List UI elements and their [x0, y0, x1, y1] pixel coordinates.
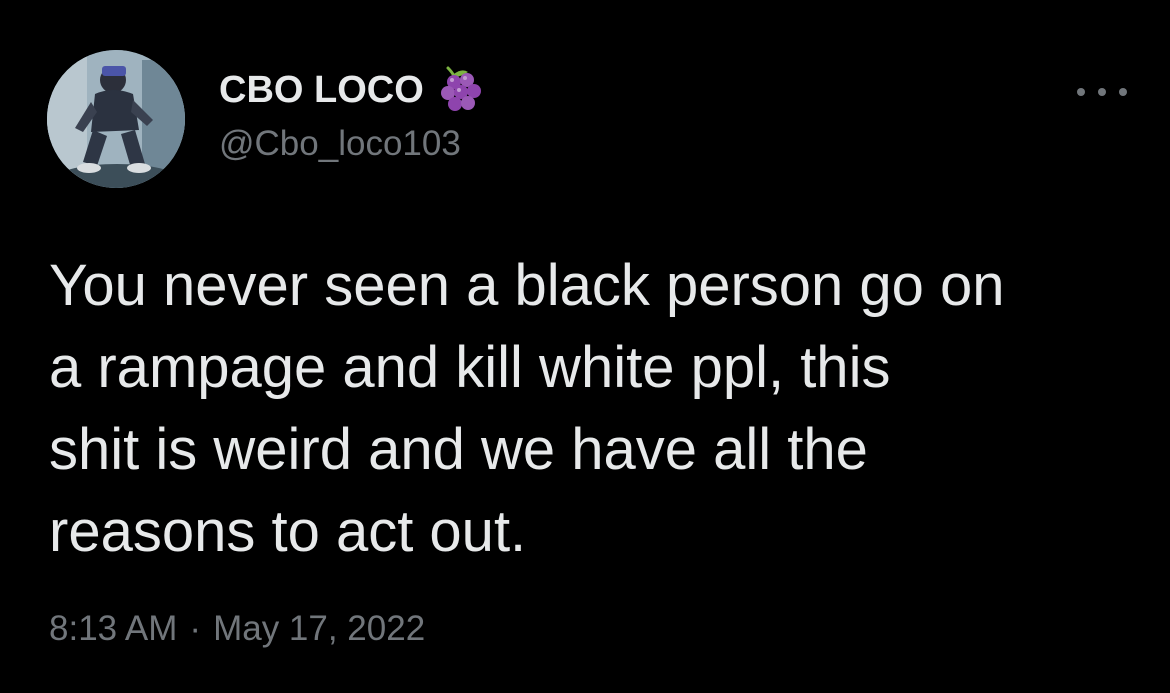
more-options-icon[interactable] [1077, 84, 1127, 100]
tweet: CBO LOCO @Cbo_loco103 You never seen a b… [0, 0, 1170, 693]
tweet-text: You never seen a black person go on a ra… [49, 253, 1005, 564]
tweet-time[interactable]: 8:13 AM [49, 607, 177, 651]
tweet-meta: 8:13 AM · May 17, 2022 [49, 607, 425, 651]
handle[interactable]: @Cbo_loco103 [219, 124, 486, 164]
avatar[interactable] [47, 50, 185, 188]
grapes-icon [434, 62, 486, 114]
more-dot [1119, 88, 1127, 96]
more-dot [1077, 88, 1085, 96]
display-name[interactable]: CBO LOCO [219, 68, 424, 112]
tweet-date[interactable]: May 17, 2022 [213, 607, 425, 651]
author-names: CBO LOCO @Cbo_loco103 [219, 66, 486, 164]
tweet-header: CBO LOCO @Cbo_loco103 [47, 50, 1127, 190]
more-dot [1098, 88, 1106, 96]
meta-separator: · [189, 609, 202, 648]
avatar-image [47, 50, 185, 188]
display-name-row: CBO LOCO [219, 66, 486, 112]
